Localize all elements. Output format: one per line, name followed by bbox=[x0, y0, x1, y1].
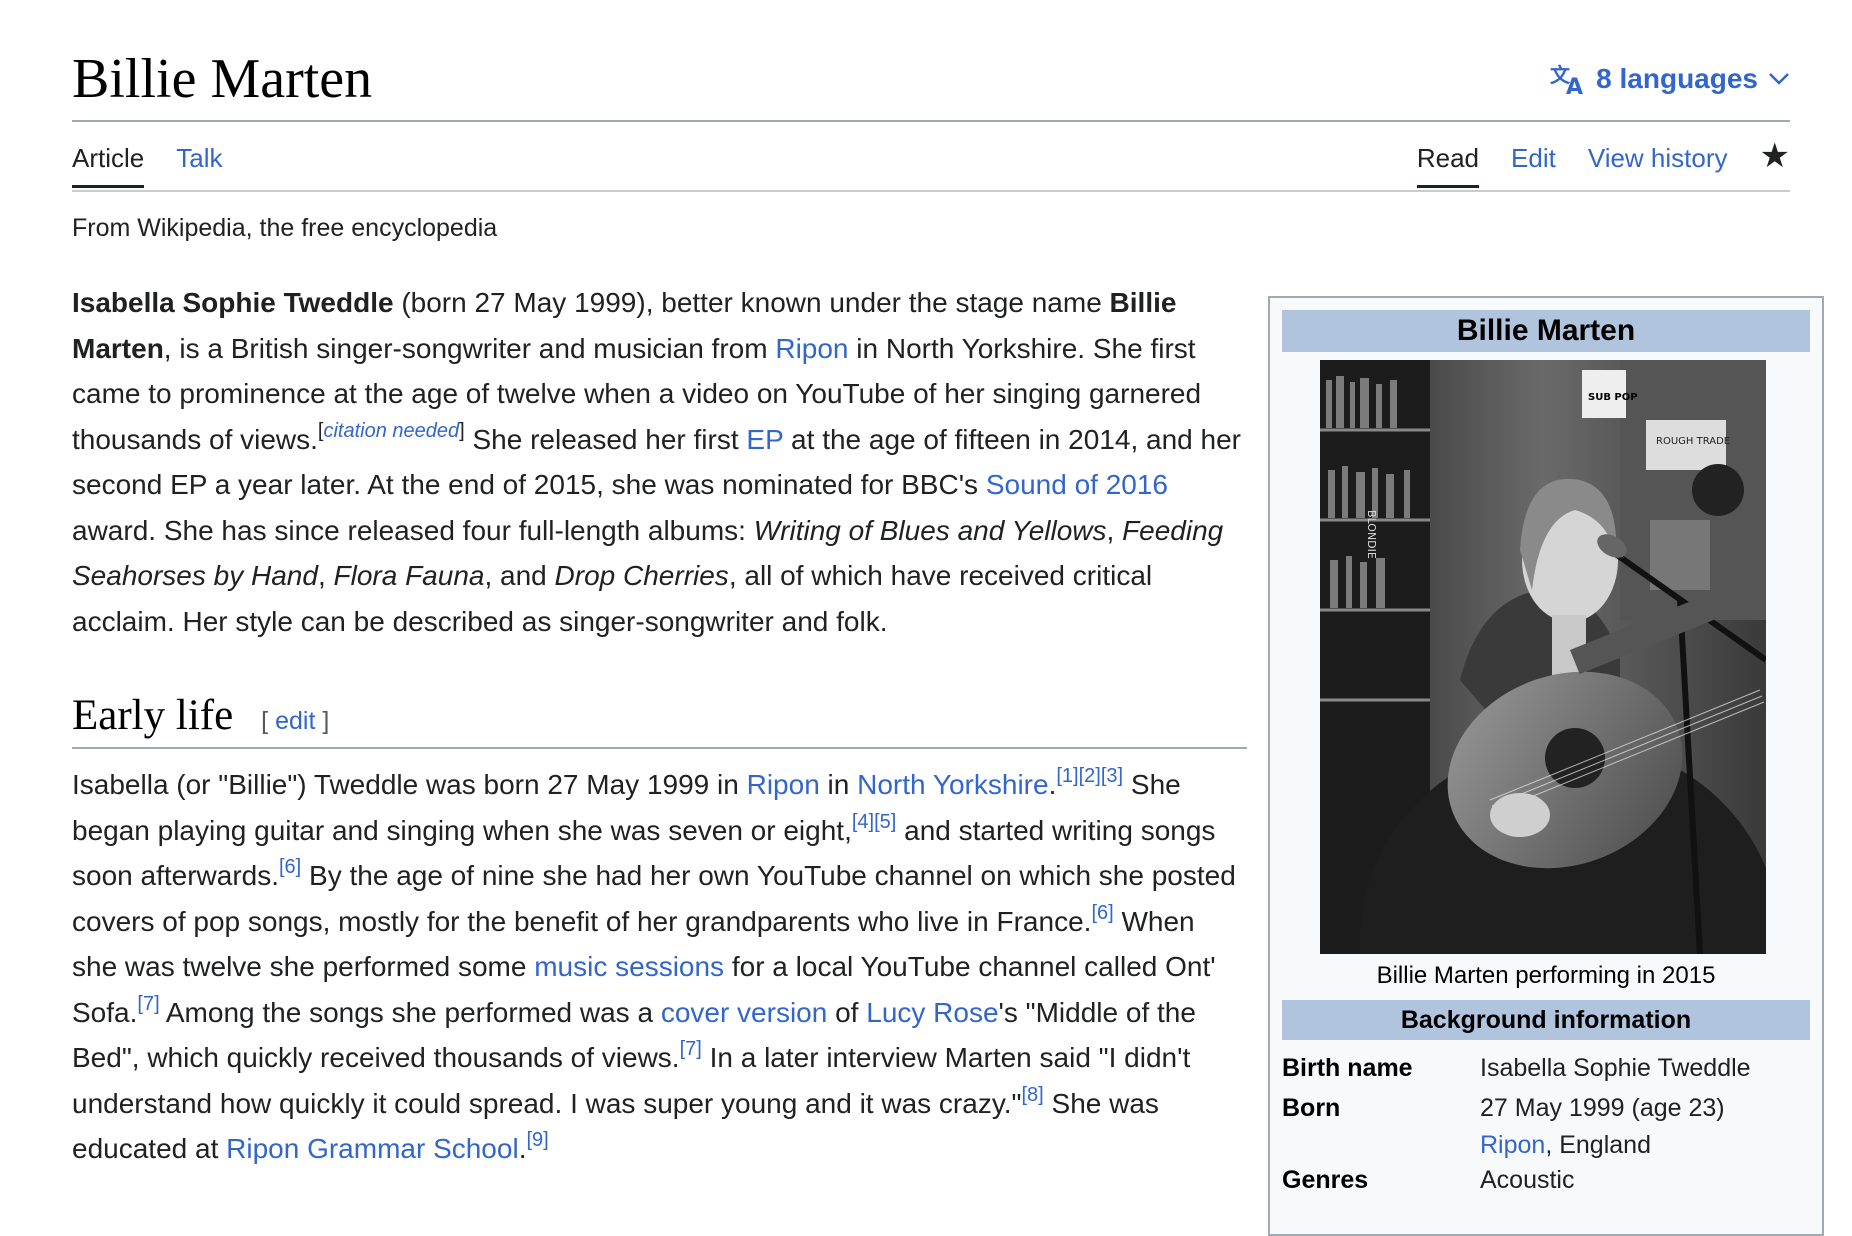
ref-link[interactable]: [9] bbox=[526, 1129, 548, 1151]
infobox-label: Birth name bbox=[1282, 1054, 1413, 1082]
intro-text: (born 27 May 1999), better known under t… bbox=[393, 287, 1110, 318]
intro-text: , is a British singer-songwriter and mus… bbox=[163, 332, 776, 364]
references: [9] bbox=[526, 1129, 548, 1151]
references: [4][5] bbox=[852, 811, 897, 833]
tab-article[interactable]: Article bbox=[72, 136, 145, 188]
born-place-rest: , England bbox=[1545, 1131, 1651, 1159]
ripon-grammar-school-link[interactable]: Ripon Grammar School bbox=[226, 1133, 519, 1164]
born-place-link[interactable]: Ripon bbox=[1480, 1131, 1545, 1159]
section-header-early-life: Early life [ edit ] bbox=[72, 688, 1247, 744]
early-life-body: Isabella (or "Billie") Tweddle was born … bbox=[72, 762, 1247, 1172]
genre-link[interactable]: Acoustic bbox=[1480, 1162, 1574, 1199]
ref-link[interactable]: [8] bbox=[1021, 1084, 1043, 1106]
ref-link[interactable]: [7] bbox=[137, 993, 159, 1015]
ripon-link[interactable]: Ripon bbox=[775, 333, 848, 364]
north-yorkshire-link[interactable]: North Yorkshire bbox=[857, 769, 1048, 800]
tab-read[interactable]: Read bbox=[1416, 136, 1480, 188]
infobox-label: Genres bbox=[1282, 1166, 1369, 1194]
ref-link[interactable]: [6] bbox=[279, 856, 301, 878]
title-divider bbox=[72, 120, 1790, 122]
album-title: Flora Fauna bbox=[333, 560, 485, 591]
tab-edit[interactable]: Edit bbox=[1511, 136, 1556, 188]
watch-star-icon[interactable]: ★ bbox=[1760, 136, 1790, 188]
ref-link[interactable]: [7] bbox=[680, 1038, 702, 1060]
ref-link[interactable]: [1] bbox=[1056, 765, 1078, 787]
ref-link[interactable]: [3] bbox=[1101, 765, 1123, 787]
section-edit: [ edit ] bbox=[261, 707, 330, 735]
references: [7] bbox=[137, 993, 159, 1015]
bold-birth-name: Isabella Sophie Tweddle bbox=[72, 287, 394, 318]
ref-link[interactable]: [6] bbox=[1091, 902, 1113, 924]
references: [6] bbox=[279, 856, 301, 878]
section-divider bbox=[72, 747, 1247, 749]
references: [1][2][3] bbox=[1056, 765, 1123, 787]
infobox-value: Isabella Sophie Tweddle bbox=[1480, 1054, 1751, 1082]
album-title: Writing of Blues and Yellows bbox=[753, 514, 1107, 546]
ref-link[interactable]: [4] bbox=[852, 811, 874, 833]
photo-text: SUB POP bbox=[1588, 392, 1638, 403]
ref-link[interactable]: [2] bbox=[1079, 765, 1101, 787]
photo-text: BLONDIE bbox=[1365, 510, 1378, 559]
chevron-down-icon bbox=[1768, 72, 1790, 86]
sound-of-2016-link[interactable]: Sound of 2016 bbox=[986, 469, 1168, 500]
infobox-value: 27 May 1999 (age 23) Ripon, England bbox=[1480, 1090, 1725, 1164]
photo-text: ROUGH TRADE bbox=[1656, 436, 1730, 447]
infobox-title: Billie Marten bbox=[1282, 310, 1810, 352]
references: [8] bbox=[1021, 1084, 1043, 1106]
site-tagline: From Wikipedia, the free encyclopedia bbox=[72, 214, 498, 242]
ref-link[interactable]: [5] bbox=[874, 811, 896, 833]
article-intro: Isabella Sophie Tweddle (born 27 May 199… bbox=[72, 280, 1247, 644]
section-edit-link[interactable]: edit bbox=[275, 707, 315, 735]
album-title: Drop Cherries bbox=[554, 560, 729, 591]
page-title: Billie Marten bbox=[72, 48, 373, 110]
tabs-divider bbox=[72, 190, 1790, 192]
intro-paragraph: Isabella Sophie Tweddle (born 27 May 199… bbox=[72, 287, 1241, 637]
translate-icon: 文 A bbox=[1550, 62, 1586, 96]
body-text: Isabella (or "Billie") Tweddle was born … bbox=[72, 769, 747, 800]
body-text: Among the songs she performed was a bbox=[159, 996, 661, 1028]
infobox-section-header: Background information bbox=[1282, 1000, 1810, 1040]
references: [6] bbox=[1091, 902, 1113, 924]
body-text: in bbox=[819, 769, 858, 800]
languages-button[interactable]: 文 A 8 languages bbox=[1550, 62, 1790, 96]
references: [7] bbox=[680, 1038, 702, 1060]
tab-view-history[interactable]: View history bbox=[1588, 136, 1728, 188]
ripon-link[interactable]: Ripon bbox=[747, 769, 820, 800]
infobox-label: Born bbox=[1282, 1094, 1341, 1122]
namespace-tabs: Article Talk bbox=[72, 136, 223, 188]
section-title: Early life bbox=[72, 692, 234, 739]
early-life-paragraph: Isabella (or "Billie") Tweddle was born … bbox=[72, 765, 1236, 1164]
citation-needed-link[interactable]: citation needed bbox=[323, 420, 459, 442]
languages-label: 8 languages bbox=[1596, 63, 1758, 94]
lucy-rose-link[interactable]: Lucy Rose bbox=[866, 997, 998, 1028]
view-tabs: Read Edit View history ★ bbox=[1416, 136, 1790, 188]
music-sessions-link[interactable]: music sessions bbox=[534, 951, 724, 982]
wikipedia-page: Billie Marten 文 A 8 languages Article Ta… bbox=[0, 0, 1852, 1236]
intro-text: She released her first bbox=[464, 423, 747, 455]
citation-needed: [citation needed] bbox=[317, 419, 465, 442]
svg-text:A: A bbox=[1566, 75, 1583, 96]
intro-text: award. She has since released four full-… bbox=[72, 514, 754, 546]
tab-talk[interactable]: Talk bbox=[176, 136, 222, 188]
infobox-caption: Billie Marten performing in 2015 bbox=[1376, 962, 1716, 989]
infobox-photo[interactable]: BLONDIE SUB POP ROUGH TRADE bbox=[1320, 360, 1766, 954]
infobox: Billie Marten BLONDIE SUB POP ROUGH TRAD… bbox=[1268, 296, 1824, 1236]
ep-link[interactable]: EP bbox=[746, 424, 783, 455]
cover-version-link[interactable]: cover version bbox=[661, 997, 828, 1028]
born-date: 27 May 1999 (age 23) bbox=[1480, 1094, 1725, 1122]
body-text: of bbox=[827, 996, 867, 1028]
